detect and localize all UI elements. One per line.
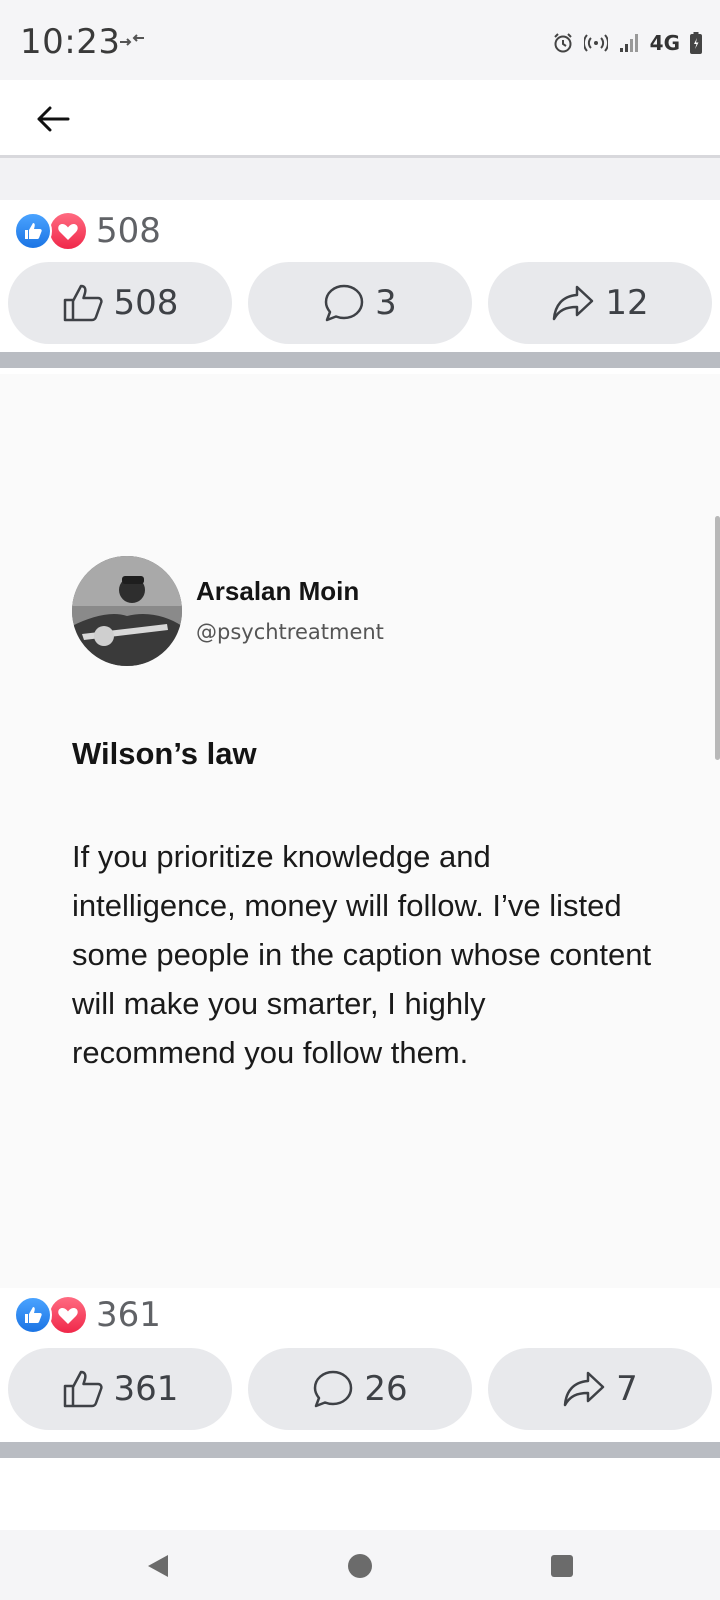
comment-button[interactable]: 3 (248, 262, 472, 344)
circle-home-icon (348, 1554, 372, 1578)
thumbs-up-icon (63, 284, 103, 322)
author-handle: @psychtreatment (196, 620, 384, 644)
like-button[interactable]: 361 (8, 1348, 232, 1430)
like-count: 361 (113, 1369, 179, 1409)
status-bar: 10:23 4G (0, 0, 720, 80)
nav-home-button[interactable] (338, 1544, 382, 1588)
author-avatar (72, 556, 182, 666)
like-count: 508 (113, 283, 179, 323)
arrow-left-icon (37, 106, 70, 132)
share-arrow-icon (553, 285, 594, 321)
status-time: 10:23 (20, 22, 121, 62)
share-button[interactable]: 7 (488, 1348, 712, 1430)
thumbs-up-icon (63, 1370, 103, 1408)
top-bar (0, 80, 720, 158)
system-nav-bar (0, 1530, 720, 1600)
triangle-back-icon (148, 1555, 168, 1577)
share-arrow-icon (563, 1371, 605, 1407)
comment-count: 3 (375, 283, 397, 323)
reaction-summary[interactable]: 361 (14, 1292, 161, 1338)
post-divider (0, 1442, 720, 1458)
comment-icon (314, 1370, 353, 1408)
author-name: Arsalan Moin (196, 576, 360, 606)
share-count: 7 (616, 1369, 638, 1409)
like-reaction-icon (14, 1296, 52, 1334)
comment-icon (324, 284, 364, 322)
network-type: 4G (649, 31, 680, 55)
data-transfer-icon (120, 34, 144, 46)
back-button[interactable] (32, 98, 74, 140)
post-image-card[interactable] (0, 374, 720, 1288)
comment-button[interactable]: 26 (248, 1348, 472, 1430)
battery-icon (690, 32, 702, 54)
reaction-summary[interactable]: 508 (14, 208, 161, 254)
love-reaction-icon (48, 1295, 88, 1335)
like-reaction-icon (14, 212, 52, 250)
reaction-count: 508 (96, 211, 161, 251)
signal-icon (619, 34, 638, 52)
post-actions: 361 26 7 (8, 1348, 712, 1430)
nav-recents-button[interactable] (540, 1544, 584, 1588)
love-reaction-icon (48, 211, 88, 251)
share-button[interactable]: 12 (488, 262, 712, 344)
share-count: 12 (605, 283, 649, 323)
scrollbar[interactable] (715, 516, 720, 760)
post-title: Wilson’s law (72, 736, 257, 771)
like-button[interactable]: 508 (8, 262, 232, 344)
alarm-icon (553, 33, 572, 53)
status-icons: 4G (552, 28, 702, 58)
post-divider (0, 352, 720, 368)
reaction-count: 361 (96, 1295, 161, 1335)
square-recents-icon (551, 1555, 573, 1577)
next-post-top (0, 1458, 720, 1530)
comment-count: 26 (364, 1369, 408, 1409)
post-body: If you prioritize knowledge and intellig… (72, 839, 652, 1070)
hotspot-icon (583, 34, 608, 52)
post-gap (0, 158, 720, 200)
post-actions: 508 3 12 (8, 262, 712, 344)
nav-back-button[interactable] (136, 1544, 180, 1588)
